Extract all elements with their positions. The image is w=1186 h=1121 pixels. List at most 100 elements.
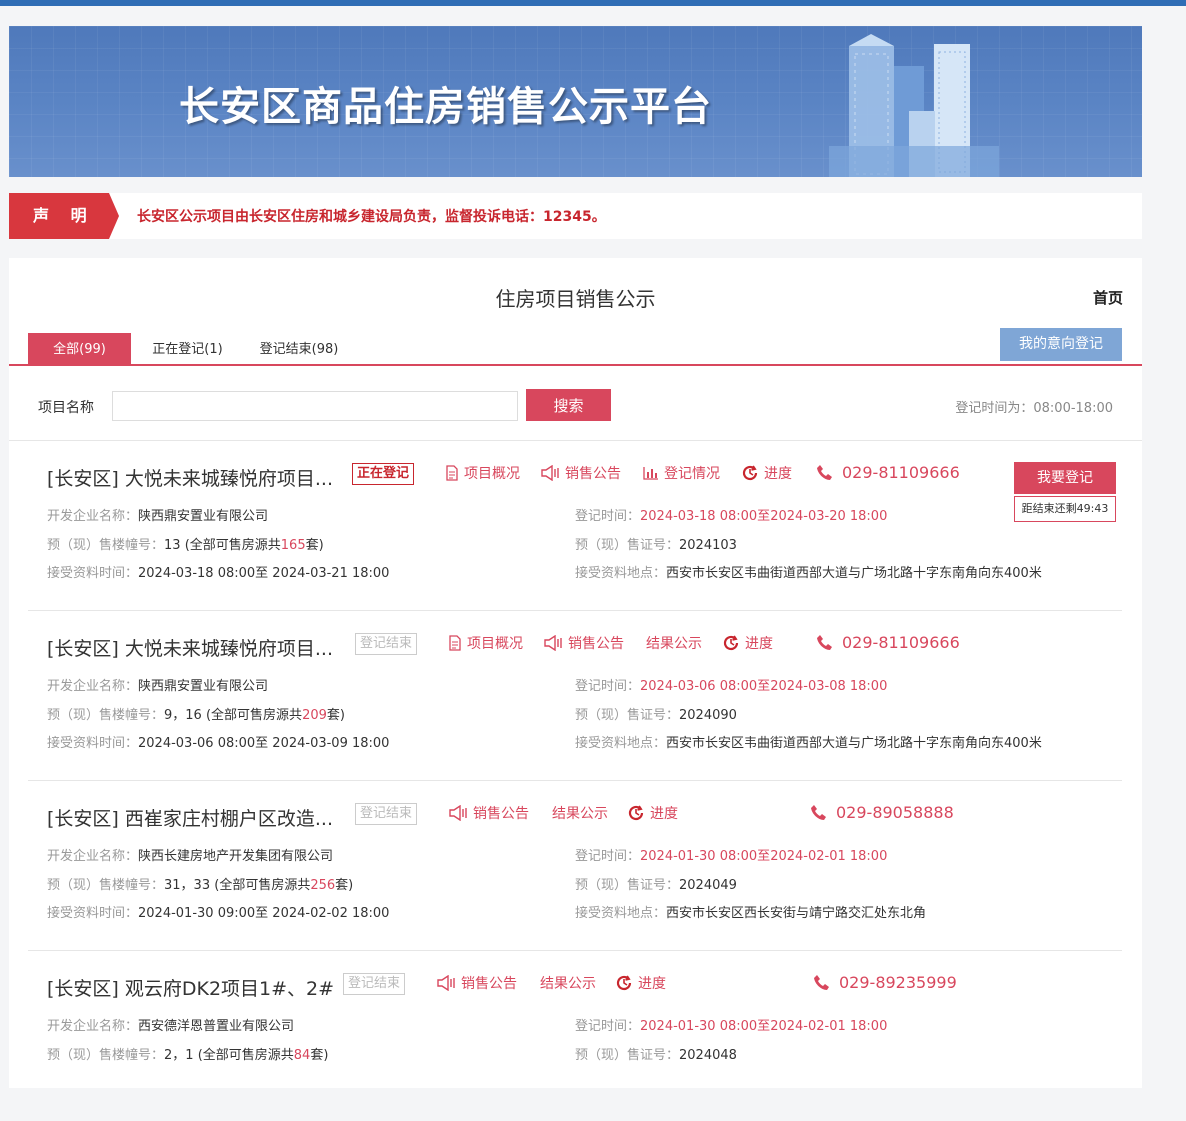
developer-value: 西安德洋恩普置业有限公司 bbox=[138, 1019, 295, 1034]
project-title[interactable]: [长安区] 观云府DK2项目1#、2# bbox=[47, 974, 334, 1001]
developer-value: 陕西长建房地产开发集团有限公司 bbox=[138, 849, 334, 864]
megaphone-icon bbox=[544, 635, 562, 651]
registration-status-link[interactable]: 登记情况 bbox=[643, 463, 720, 483]
location-value: 西安市长安区韦曲街道西部大道与广场北路十字东南角向东400米 bbox=[666, 566, 1042, 581]
registration-hours: 登记时间为：08:00-18:00 bbox=[955, 401, 1113, 416]
phone-number: 029-89058888 bbox=[810, 803, 954, 822]
tab-ended[interactable]: 登记结束(98) bbox=[244, 333, 354, 365]
total-prefix: (全部可售房源共 bbox=[214, 878, 311, 893]
total-suffix: 套) bbox=[310, 1048, 329, 1063]
reg-time-end: 2024-02-01 18:00 bbox=[770, 849, 888, 864]
developer-row: 开发企业名称：西安德洋恩普置业有限公司 bbox=[47, 1015, 294, 1034]
top-bar bbox=[0, 0, 1186, 6]
phone-icon bbox=[811, 804, 826, 820]
accept-time-row: 接受资料时间：2024-01-30 09:00至 2024-02-02 18:0… bbox=[47, 902, 389, 921]
project-title[interactable]: [长安区] 大悦未来城臻悦府项目... bbox=[47, 634, 333, 661]
project-title[interactable]: [长安区] 西崔家庄村棚户区改造... bbox=[47, 804, 333, 831]
result-link[interactable]: 结果公示 bbox=[540, 973, 596, 993]
total-suffix: 套) bbox=[335, 878, 354, 893]
megaphone-icon bbox=[437, 975, 455, 991]
progress-link[interactable]: 进度 bbox=[615, 973, 666, 993]
buildings-row: 预（现）售楼幢号：9，16 (全部可售房源共209套) bbox=[47, 704, 345, 723]
progress-link[interactable]: 进度 bbox=[722, 633, 773, 653]
total-units: 165 bbox=[280, 538, 306, 553]
result-label: 结果公示 bbox=[540, 976, 596, 992]
developer-label: 开发企业名称： bbox=[47, 849, 139, 864]
buildings-illustration bbox=[829, 34, 999, 177]
developer-row: 开发企业名称：陕西长建房地产开发集团有限公司 bbox=[47, 845, 333, 864]
sales-notice-label: 销售公告 bbox=[568, 636, 624, 652]
result-link[interactable]: 结果公示 bbox=[552, 803, 608, 823]
result-label: 结果公示 bbox=[646, 636, 702, 652]
developer-value: 陕西鼎安置业有限公司 bbox=[138, 509, 269, 524]
notice-bar: 声 明 长安区公示项目由长安区住房和城乡建设局负责，监督投诉电话：12345。 bbox=[9, 193, 1142, 239]
result-link[interactable]: 结果公示 bbox=[646, 633, 702, 653]
reg-time-end: 2024-03-08 18:00 bbox=[770, 679, 888, 694]
phone-number: 029-89235999 bbox=[813, 973, 957, 992]
sales-notice-link[interactable]: 销售公告 bbox=[543, 633, 624, 653]
phone-number: 029-81109666 bbox=[816, 633, 960, 652]
permit-value: 2024090 bbox=[679, 708, 737, 723]
list-item: [长安区] 观云府DK2项目1#、2# 登记结束 销售公告 结果公示 进度 02… bbox=[28, 951, 1122, 1121]
main-panel: 住房项目销售公示 首页 全部(99) 正在登记(1) 登记结束(98) 我的意向… bbox=[9, 258, 1142, 1088]
document-icon bbox=[449, 635, 461, 651]
reg-time-to: 至 bbox=[757, 849, 771, 864]
reg-time-end: 2024-03-20 18:00 bbox=[770, 509, 888, 524]
accept-time-row: 接受资料时间：2024-03-06 08:00至 2024-03-09 18:0… bbox=[47, 732, 389, 751]
buildings-value: 31，33 bbox=[164, 878, 211, 893]
sales-notice-link[interactable]: 销售公告 bbox=[448, 803, 529, 823]
accept-time-label: 接受资料时间： bbox=[47, 566, 139, 581]
overview-link[interactable]: 项目概况 bbox=[445, 463, 520, 483]
developer-value: 陕西鼎安置业有限公司 bbox=[138, 679, 269, 694]
overview-label: 项目概况 bbox=[467, 636, 523, 652]
phone-icon bbox=[817, 464, 832, 480]
my-registration-button[interactable]: 我的意向登记 bbox=[1000, 328, 1122, 361]
progress-label: 进度 bbox=[650, 806, 678, 822]
buildings-value: 2，1 bbox=[164, 1048, 194, 1063]
register-button[interactable]: 我要登记 bbox=[1014, 462, 1116, 494]
buildings-value: 13 bbox=[164, 538, 181, 553]
permit-row: 预（现）售证号：2024048 bbox=[575, 1044, 737, 1063]
home-link[interactable]: 首页 bbox=[1093, 287, 1123, 308]
buildings-row: 预（现）售楼幢号：13 (全部可售房源共165套) bbox=[47, 534, 324, 553]
progress-link[interactable]: 进度 bbox=[741, 463, 792, 483]
overview-link[interactable]: 项目概况 bbox=[448, 633, 523, 653]
total-units: 256 bbox=[310, 878, 336, 893]
tab-registering[interactable]: 正在登记(1) bbox=[141, 333, 234, 365]
reg-time-start: 2024-03-18 08:00 bbox=[640, 509, 758, 524]
buildings-label: 预（现）售楼幢号： bbox=[47, 1048, 165, 1063]
reg-time-label: 登记时间： bbox=[575, 849, 641, 864]
sales-notice-link[interactable]: 销售公告 bbox=[540, 463, 621, 483]
location-row: 接受资料地点：西安市长安区韦曲街道西部大道与广场北路十字东南角向东400米 bbox=[575, 562, 1042, 581]
phone-number: 029-81109666 bbox=[816, 463, 960, 482]
reg-time-row: 登记时间：2024-01-30 08:00至2024-02-01 18:00 bbox=[575, 845, 887, 864]
list-item: [长安区] 大悦未来城臻悦府项目... 正在登记 项目概况 销售公告 登记情况 … bbox=[28, 441, 1122, 611]
permit-label: 预（现）售证号： bbox=[575, 1048, 680, 1063]
total-prefix: (全部可售房源共 bbox=[205, 708, 303, 723]
progress-label: 进度 bbox=[638, 976, 666, 992]
project-title[interactable]: [长安区] 大悦未来城臻悦府项目... bbox=[47, 464, 333, 491]
phone-text: 029-81109666 bbox=[842, 463, 960, 482]
tab-all[interactable]: 全部(99) bbox=[28, 333, 131, 365]
document-icon bbox=[446, 465, 458, 481]
search-button[interactable]: 搜索 bbox=[526, 389, 611, 421]
search-input[interactable] bbox=[112, 391, 518, 421]
permit-row: 预（现）售证号：2024049 bbox=[575, 874, 737, 893]
sales-notice-link[interactable]: 销售公告 bbox=[436, 973, 517, 993]
reg-time-row: 登记时间：2024-01-30 08:00至2024-02-01 18:00 bbox=[575, 1015, 887, 1034]
status-badge: 正在登记 bbox=[352, 463, 415, 485]
total-units: 209 bbox=[302, 708, 327, 723]
progress-icon bbox=[723, 635, 739, 651]
total-suffix: 套) bbox=[326, 708, 345, 723]
reg-time-end: 2024-02-01 18:00 bbox=[770, 1019, 888, 1034]
progress-link[interactable]: 进度 bbox=[627, 803, 678, 823]
phone-text: 029-81109666 bbox=[842, 633, 960, 652]
status-badge: 登记结束 bbox=[355, 803, 418, 825]
reg-time-label: 登记时间： bbox=[575, 1019, 641, 1034]
accept-time-row: 接受资料时间：2024-03-18 08:00至 2024-03-21 18:0… bbox=[47, 562, 389, 581]
permit-label: 预（现）售证号： bbox=[575, 538, 680, 553]
reg-time-start: 2024-03-06 08:00 bbox=[640, 679, 758, 694]
total-suffix: 套) bbox=[305, 538, 324, 553]
megaphone-icon bbox=[541, 465, 559, 481]
buildings-value: 9，16 bbox=[164, 708, 202, 723]
